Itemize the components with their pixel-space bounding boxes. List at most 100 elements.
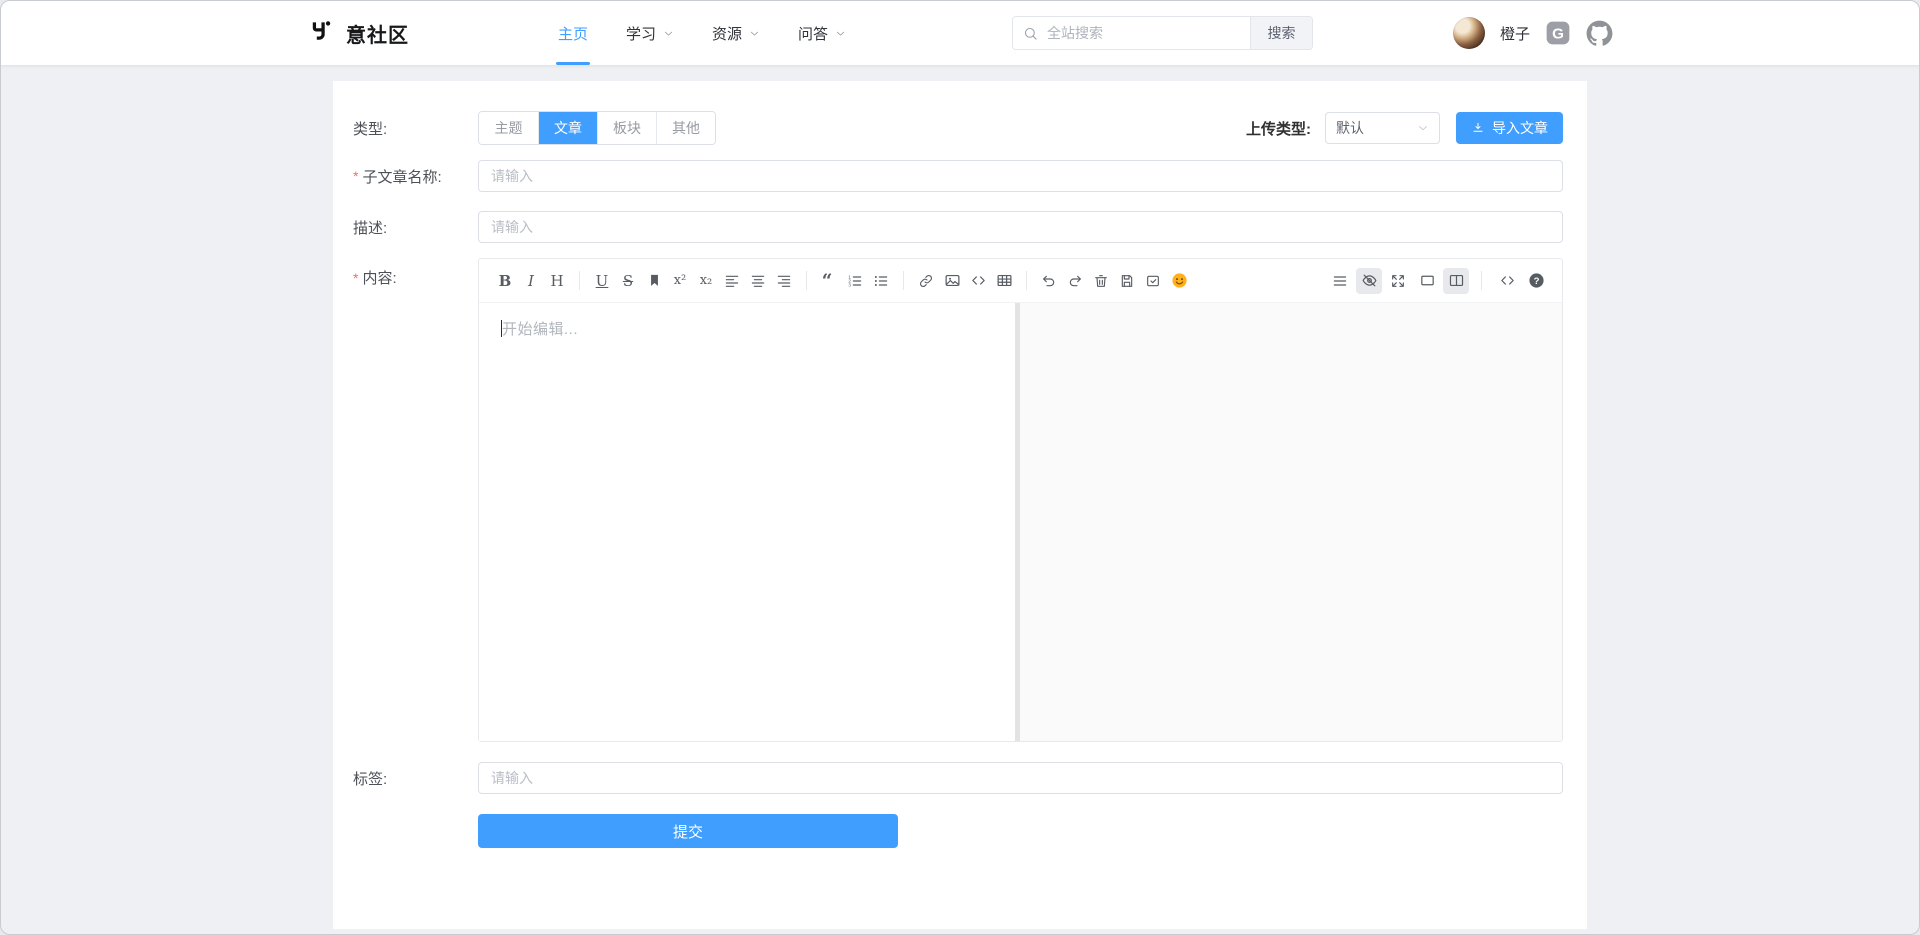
search-input[interactable]: [1013, 17, 1250, 49]
unordered-list-icon: [873, 273, 889, 289]
nav-item-learn[interactable]: 学习: [607, 1, 693, 65]
description-input[interactable]: [478, 211, 1563, 243]
tags-label: 标签:: [353, 768, 478, 789]
brand-logo-icon: [309, 18, 335, 49]
source-code-button[interactable]: [1494, 268, 1520, 294]
toolbar-divider: [1481, 271, 1482, 290]
align-left-button[interactable]: [719, 268, 745, 294]
ordered-list-icon: 123: [847, 273, 863, 289]
split-view-button[interactable]: [1443, 268, 1469, 294]
type-option-board[interactable]: 板块: [597, 112, 656, 144]
redo-button[interactable]: [1062, 268, 1088, 294]
link-button[interactable]: [913, 268, 939, 294]
svg-text:G: G: [1552, 25, 1564, 42]
help-button[interactable]: ?: [1523, 268, 1549, 294]
menu-icon: [1332, 273, 1348, 289]
table-icon: [996, 272, 1013, 289]
align-center-button[interactable]: [745, 268, 771, 294]
ordered-list-button[interactable]: 123: [842, 268, 868, 294]
required-mark: *: [353, 270, 358, 286]
save-button[interactable]: [1114, 268, 1140, 294]
upload-group: 上传类型: 默认 导入文章: [1246, 112, 1563, 144]
editor-input-area[interactable]: 开始编辑...: [479, 303, 1015, 741]
type-option-article[interactable]: 文章: [538, 112, 597, 144]
app-window: 意社区 主页 学习 资源 问答 搜索: [0, 0, 1920, 935]
image-button[interactable]: [939, 268, 965, 294]
nav-item-home[interactable]: 主页: [539, 1, 607, 65]
preview-pane: [1020, 303, 1562, 741]
gitee-icon[interactable]: G: [1545, 20, 1571, 46]
emoji-icon: [1171, 272, 1188, 289]
article-name-input[interactable]: [478, 160, 1563, 192]
toolbar-divider: [806, 271, 807, 290]
table-button[interactable]: [991, 268, 1017, 294]
toolbar-divider: [579, 271, 580, 290]
link-icon: [918, 273, 934, 289]
type-option-topic[interactable]: 主题: [479, 112, 538, 144]
undo-icon: [1041, 273, 1057, 289]
editor-panes: 开始编辑...: [479, 303, 1562, 741]
brand[interactable]: 意社区: [309, 18, 409, 49]
name-label: * 子文章名称:: [353, 166, 478, 187]
heading-button[interactable]: H: [544, 268, 570, 294]
type-segmented-control: 主题 文章 板块 其他: [478, 111, 716, 145]
redo-icon: [1067, 273, 1083, 289]
undo-button[interactable]: [1036, 268, 1062, 294]
submit-row: 提交: [353, 814, 1563, 848]
toolbar-divider: [1026, 271, 1027, 290]
type-option-other[interactable]: 其他: [656, 112, 715, 144]
subscript-button[interactable]: x₂: [693, 268, 719, 294]
bookmark-button[interactable]: [641, 268, 667, 294]
import-article-label: 导入文章: [1492, 118, 1548, 138]
tags-input[interactable]: [478, 762, 1563, 794]
quote-button[interactable]: “: [816, 268, 842, 294]
upload-type-select[interactable]: 默认: [1325, 112, 1440, 144]
split-view-icon: [1448, 272, 1465, 289]
fullscreen-button[interactable]: [1385, 268, 1411, 294]
user-avatar[interactable]: [1453, 17, 1485, 49]
svg-text:3: 3: [848, 282, 851, 287]
submit-button[interactable]: 提交: [478, 814, 898, 848]
code-button[interactable]: [965, 268, 991, 294]
user-cluster: 橙子 G: [1453, 17, 1613, 49]
top-navbar: 意社区 主页 学习 资源 问答 搜索: [1, 1, 1919, 65]
import-article-button[interactable]: 导入文章: [1456, 112, 1563, 144]
desc-label: 描述:: [353, 217, 478, 238]
emoji-button[interactable]: [1166, 268, 1192, 294]
user-name[interactable]: 橙子: [1500, 23, 1530, 44]
required-mark: *: [353, 168, 358, 184]
unordered-list-button[interactable]: [868, 268, 894, 294]
nav-label: 主页: [558, 23, 588, 44]
main-nav: 主页 学习 资源 问答: [539, 1, 865, 65]
github-icon[interactable]: [1586, 20, 1613, 47]
chevron-down-icon: [1417, 122, 1429, 134]
nav-item-qa[interactable]: 问答: [779, 1, 865, 65]
source-code-icon: [1499, 272, 1516, 289]
italic-button[interactable]: I: [518, 268, 544, 294]
editor-toolbar: B I H U S x² x₂ “ 123: [479, 259, 1562, 303]
chevron-down-icon: [749, 28, 760, 39]
content-label: * 内容:: [353, 258, 478, 288]
outline-menu-button[interactable]: [1327, 268, 1353, 294]
superscript-button[interactable]: x²: [667, 268, 693, 294]
save-icon: [1119, 273, 1135, 289]
site-search: 搜索: [1012, 16, 1313, 50]
quote-icon: “: [821, 272, 838, 289]
single-column-button[interactable]: [1414, 268, 1440, 294]
chevron-down-icon: [835, 28, 846, 39]
search-button[interactable]: 搜索: [1250, 17, 1312, 49]
align-left-icon: [724, 273, 740, 289]
bold-button[interactable]: B: [492, 268, 518, 294]
svg-text:?: ?: [1533, 276, 1539, 287]
preview-off-button[interactable]: [1356, 268, 1382, 294]
draft-box-button[interactable]: [1140, 268, 1166, 294]
image-icon: [944, 272, 961, 289]
upload-type-label: 上传类型:: [1246, 118, 1311, 139]
delete-button[interactable]: [1088, 268, 1114, 294]
align-right-button[interactable]: [771, 268, 797, 294]
editor-placeholder: 开始编辑...: [502, 321, 578, 338]
underline-button[interactable]: U: [589, 268, 615, 294]
strikethrough-button[interactable]: S: [615, 268, 641, 294]
draft-box-icon: [1145, 273, 1161, 289]
nav-item-resources[interactable]: 资源: [693, 1, 779, 65]
